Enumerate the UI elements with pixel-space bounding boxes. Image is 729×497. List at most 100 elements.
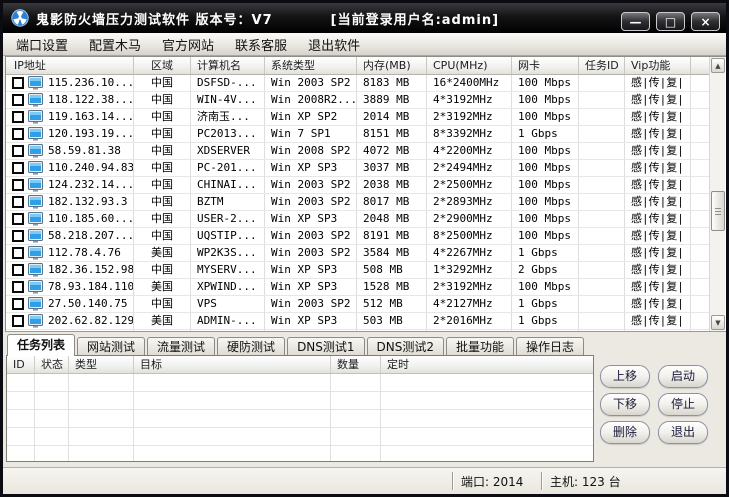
- host-nic: 100 Mbps: [512, 177, 579, 193]
- host-cpu: 2*2900MHz: [427, 211, 512, 227]
- host-row[interactable]: 124.232.14... 中国 CHINAI... Win 2003 SP2 …: [6, 177, 709, 194]
- close-button[interactable]: ×: [691, 12, 720, 31]
- tab-dns-test1[interactable]: DNS测试1: [287, 337, 365, 356]
- host-checkbox[interactable]: [12, 162, 24, 174]
- host-checkbox[interactable]: [12, 128, 24, 140]
- column-header-region[interactable]: 区域: [134, 57, 191, 74]
- column-header-cpu[interactable]: CPU(MHz): [427, 57, 512, 74]
- host-checkbox[interactable]: [12, 213, 24, 225]
- tab-dns-test2[interactable]: DNS测试2: [366, 337, 445, 356]
- host-checkbox[interactable]: [12, 196, 24, 208]
- task-column-id[interactable]: ID: [7, 356, 35, 373]
- host-vip-functions[interactable]: 感|传|复|: [625, 109, 691, 125]
- scroll-up-button[interactable]: ▲: [711, 58, 725, 73]
- host-vip-functions[interactable]: 感|传|复|: [625, 160, 691, 176]
- host-row[interactable]: 118.122.38... 中国 WIN-4V... Win 2008R2...…: [6, 92, 709, 109]
- move-down-button[interactable]: 下移: [600, 393, 650, 416]
- host-row[interactable]: 112.78.4.76 美国 WP2K3S... Win 2003 SP2 35…: [6, 245, 709, 262]
- host-row[interactable]: 58.59.81.38 中国 XDSERVER Win 2008 SP2 407…: [6, 143, 709, 160]
- host-checkbox[interactable]: [12, 179, 24, 191]
- exit-button[interactable]: 退出: [658, 421, 708, 444]
- menu-item-trojan-config[interactable]: 配置木马: [82, 33, 148, 56]
- host-vip-functions[interactable]: 感|传|复|: [625, 313, 691, 329]
- host-row[interactable]: 182.36.152.98 中国 MYSERV... Win XP SP3 50…: [6, 262, 709, 279]
- stop-button[interactable]: 停止: [658, 393, 708, 416]
- scroll-thumb[interactable]: [711, 191, 725, 231]
- task-column-type[interactable]: 类型: [69, 356, 134, 373]
- delete-button[interactable]: 删除: [600, 421, 650, 444]
- start-button[interactable]: 启动: [658, 365, 708, 388]
- host-row[interactable]: 110.185.60... 中国 USER-2... Win XP SP3 20…: [6, 211, 709, 228]
- tab-traffic-test[interactable]: 流量测试: [147, 337, 216, 356]
- host-checkbox[interactable]: [12, 77, 24, 89]
- task-table-header: ID 状态 类型 目标 数量 定时: [7, 356, 593, 374]
- computer-icon: [28, 161, 43, 175]
- menu-item-port-settings[interactable]: 端口设置: [9, 33, 75, 56]
- host-vip-functions[interactable]: 感|传|复|: [625, 211, 691, 227]
- host-checkbox[interactable]: [12, 145, 24, 157]
- host-memory: 1528 MB: [357, 279, 427, 295]
- minimize-button[interactable]: —: [621, 12, 650, 31]
- column-header-computer-name[interactable]: 计算机名: [191, 57, 265, 74]
- column-header-nic[interactable]: 网卡: [512, 57, 579, 74]
- host-vip-functions[interactable]: 感|传|复|: [625, 330, 691, 331]
- host-checkbox[interactable]: [12, 264, 24, 276]
- host-ip: 58.59.81.38: [48, 144, 121, 157]
- host-vip-functions[interactable]: 感|传|复|: [625, 228, 691, 244]
- column-header-os[interactable]: 系统类型: [265, 57, 357, 74]
- host-os: Win 2008R2...: [265, 92, 357, 108]
- scroll-down-button[interactable]: ▼: [711, 315, 725, 330]
- maximize-button[interactable]: □: [656, 12, 685, 31]
- host-row[interactable]: 120.193.19... 中国 PC2013... Win 7 SP1 815…: [6, 126, 709, 143]
- tab-batch-functions[interactable]: 批量功能: [446, 337, 515, 356]
- host-row[interactable]: 119.163.14... 中国 济南玉... Win XP SP2 2014 …: [6, 109, 709, 126]
- tab-operation-log[interactable]: 操作日志: [516, 337, 585, 356]
- host-row[interactable]: 27.50.140.75 中国 VPS Win 2003 SP2 512 MB …: [6, 296, 709, 313]
- host-row[interactable]: 感|传|复|: [6, 330, 709, 331]
- column-header-ip[interactable]: IP地址: [6, 57, 134, 74]
- tab-hard-defense-test[interactable]: 硬防测试: [217, 337, 286, 356]
- host-checkbox[interactable]: [12, 315, 24, 327]
- scrollbar-track[interactable]: ▲ ▼: [709, 57, 725, 331]
- task-column-status[interactable]: 状态: [35, 356, 69, 373]
- host-vip-functions[interactable]: 感|传|复|: [625, 92, 691, 108]
- host-vip-functions[interactable]: 感|传|复|: [625, 126, 691, 142]
- host-vip-functions[interactable]: 感|传|复|: [625, 262, 691, 278]
- tab-task-list[interactable]: 任务列表: [7, 334, 76, 356]
- menu-item-exit-software[interactable]: 退出软件: [301, 33, 367, 56]
- host-row[interactable]: 202.62.82.129 美国 ADMIN-... Win XP SP3 50…: [6, 313, 709, 330]
- host-vip-functions[interactable]: 感|传|复|: [625, 143, 691, 159]
- column-header-task-id[interactable]: 任务ID: [579, 57, 625, 74]
- host-vip-functions[interactable]: 感|传|复|: [625, 75, 691, 91]
- host-checkbox[interactable]: [12, 298, 24, 310]
- host-row[interactable]: 110.240.94.83 中国 PC-201... Win XP SP3 30…: [6, 160, 709, 177]
- host-vip-functions[interactable]: 感|传|复|: [625, 177, 691, 193]
- host-ip: 182.132.93.3: [48, 195, 128, 208]
- host-row[interactable]: 115.236.10... 中国 DSFSD-... Win 2003 SP2 …: [6, 75, 709, 92]
- host-memory: 512 MB: [357, 296, 427, 312]
- host-checkbox[interactable]: [12, 230, 24, 242]
- host-row[interactable]: 78.93.184.110 美国 XPWIND... Win XP SP3 15…: [6, 279, 709, 296]
- host-vip-functions[interactable]: 感|传|复|: [625, 245, 691, 261]
- host-vip-functions[interactable]: 感|传|复|: [625, 296, 691, 312]
- menu-item-contact-support[interactable]: 联系客服: [228, 33, 294, 56]
- column-header-memory[interactable]: 内存(MB): [357, 57, 427, 74]
- host-cpu: 2*2500MHz: [427, 177, 512, 193]
- move-up-button[interactable]: 上移: [600, 365, 650, 388]
- task-column-count[interactable]: 数量: [331, 356, 381, 373]
- host-checkbox[interactable]: [12, 247, 24, 259]
- host-computer-name: ADMIN-...: [191, 313, 265, 329]
- host-vip-functions[interactable]: 感|传|复|: [625, 194, 691, 210]
- menu-item-official-site[interactable]: 官方网站: [155, 33, 221, 56]
- column-header-vip[interactable]: Vip功能: [625, 57, 691, 74]
- tab-website-test[interactable]: 网站测试: [77, 337, 146, 356]
- host-checkbox[interactable]: [12, 111, 24, 123]
- host-row[interactable]: 58.218.207... 中国 UQSTIP... Win 2003 SP2 …: [6, 228, 709, 245]
- host-row[interactable]: 182.132.93.3 中国 BZTM Win 2003 SP2 8017 M…: [6, 194, 709, 211]
- host-checkbox[interactable]: [12, 281, 24, 293]
- host-checkbox[interactable]: [12, 94, 24, 106]
- task-column-schedule[interactable]: 定时: [381, 356, 593, 373]
- host-vip-functions[interactable]: 感|传|复|: [625, 279, 691, 295]
- host-nic: 1 Gbps: [512, 126, 579, 142]
- task-column-target[interactable]: 目标: [134, 356, 331, 373]
